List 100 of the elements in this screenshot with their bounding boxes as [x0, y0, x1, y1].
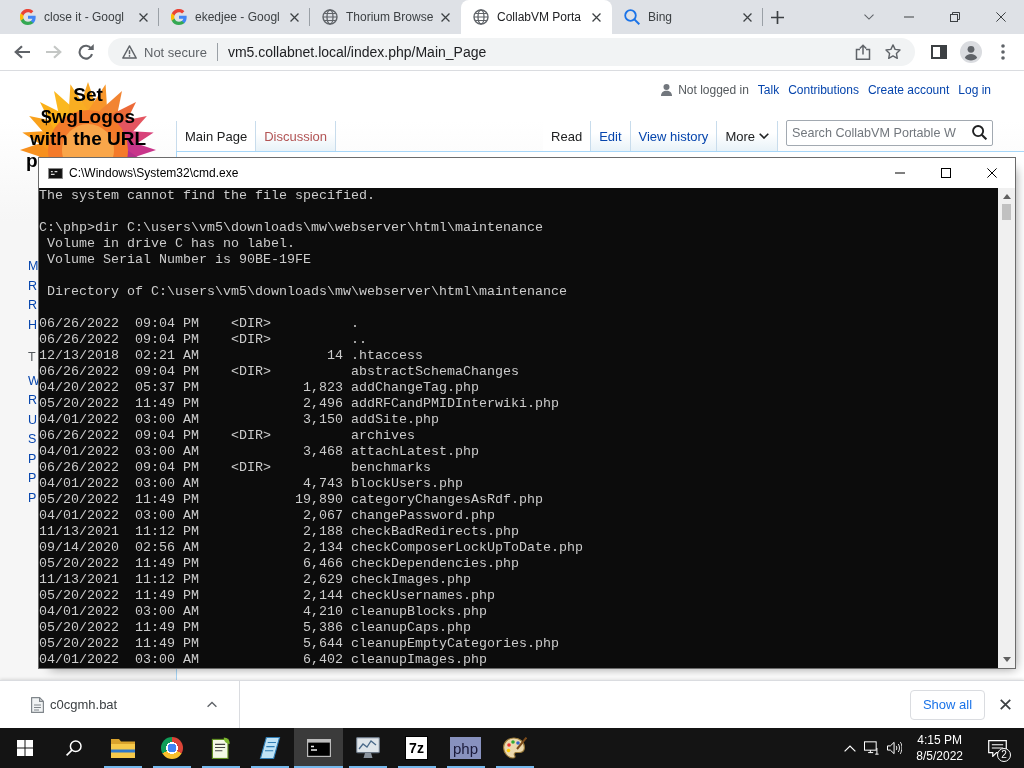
close-icon[interactable] — [139, 12, 148, 22]
reload-icon[interactable] — [78, 44, 94, 60]
view-tab[interactable]: View history — [630, 121, 718, 152]
more-menu[interactable]: More — [717, 121, 778, 152]
notebook-icon — [257, 737, 282, 759]
console-line: 04/20/2022 05:37 PM 1,823 addChangeTag.php — [39, 380, 479, 396]
close-icon[interactable] — [290, 12, 299, 22]
notification-badge: 2 — [997, 748, 1011, 762]
search-icon — [624, 9, 640, 25]
console-line: 11/13/2021 11:12 PM 2,629 checkImages.php — [39, 572, 471, 588]
up-arrow-icon[interactable] — [1002, 194, 1011, 199]
close-icon[interactable] — [1000, 699, 1011, 710]
close-icon[interactable] — [592, 12, 601, 22]
console-line: 04/01/2022 03:00 AM 4,743 blockUsers.php — [39, 476, 463, 492]
personal-link[interactable]: Contributions — [788, 83, 859, 97]
side-panel-icon[interactable] — [931, 44, 947, 60]
sidebar-link[interactable]: R — [28, 391, 38, 411]
sidebar-link[interactable]: M — [28, 257, 39, 277]
console-line: 05/20/2022 11:49 PM 5,644 cleanupEmptyCategories.php — [39, 636, 559, 652]
chevron-down-icon[interactable] — [864, 12, 874, 22]
profile-icon[interactable] — [960, 41, 982, 63]
restore-icon[interactable] — [950, 12, 960, 22]
colored-circle-icon — [160, 737, 183, 759]
volume-icon[interactable] — [887, 741, 903, 755]
chevron-down-icon — [759, 133, 769, 139]
globe-icon — [473, 9, 489, 25]
browser-tab[interactable]: Thorium Browse — [310, 0, 461, 34]
down-arrow-icon[interactable] — [1002, 657, 1011, 662]
sidebar-link[interactable]: S — [28, 430, 37, 450]
g-logo-icon — [171, 9, 187, 25]
scrollbar[interactable] — [998, 188, 1015, 668]
sidebar-link[interactable]: R — [28, 276, 38, 296]
console-line: 05/20/2022 11:49 PM 2,496 addRFCandPMIDInterwiki.php — [39, 396, 559, 412]
sidebar-link[interactable]: P — [28, 488, 37, 508]
console-line: 04/01/2022 03:00 AM 4,210 cleanupBlocks.php — [39, 604, 487, 620]
console-line: 05/20/2022 11:49 PM 19,890 categoryChangesAsRdf.php — [39, 492, 543, 508]
console-line: Volume in drive C has no label. — [46, 236, 295, 252]
share-icon[interactable] — [855, 44, 871, 60]
search-icon — [65, 740, 82, 756]
sidebar-link[interactable]: P — [28, 469, 37, 489]
page-tab[interactable]: Discussion — [256, 121, 336, 152]
personal-link[interactable]: Talk — [757, 83, 780, 97]
user-icon — [661, 84, 673, 96]
logo-text: with the URL — [29, 128, 147, 150]
folder-icon — [110, 737, 135, 759]
window-title: C:\Windows\System32\cmd.exe — [69, 166, 239, 180]
personal-link[interactable]: Log in — [958, 83, 991, 97]
clock-time: 4:15 PM — [917, 732, 962, 748]
console-line: 04/01/2022 03:00 AM 6,402 cleanupImages.php — [39, 652, 487, 668]
security-chip[interactable]: Not secure — [122, 38, 207, 66]
url-text[interactable]: vm5.collabnet.local/index.php/Main_Page — [227, 44, 841, 60]
globe-icon — [322, 9, 338, 25]
personal-link[interactable]: Create account — [867, 83, 950, 97]
warning-icon — [122, 45, 137, 59]
console-icon — [48, 167, 63, 179]
search-field[interactable]: Search CollabVM Portable W — [786, 120, 993, 146]
network-icon[interactable] — [864, 741, 880, 755]
console-line: 06/26/2022 09:04 PM <DIR> . — [39, 316, 359, 332]
console-line: 12/13/2018 02:21 AM 14 .htaccess — [39, 348, 423, 364]
monitor-icon — [355, 737, 380, 759]
scrollbar-thumb[interactable] — [1002, 204, 1011, 220]
menu-icon[interactable] — [1001, 44, 1005, 60]
sidebar-link[interactable]: U — [28, 410, 38, 430]
clock-date: 8/5/2022 — [916, 748, 963, 764]
taskbar-button[interactable] — [294, 728, 343, 768]
console-line: 05/20/2022 11:49 PM 2,144 checkUsernames.php — [39, 588, 495, 604]
star-icon[interactable] — [885, 44, 901, 60]
close-icon[interactable] — [996, 12, 1006, 22]
file-name[interactable]: c0cgmh.bat — [50, 697, 118, 712]
logo-text: p — [26, 150, 38, 172]
console-line: 11/13/2021 11:12 PM 2,188 checkBadRedirects.php — [39, 524, 519, 540]
console-line: The system cannot find the file specified. — [39, 188, 375, 204]
plus-icon[interactable] — [771, 10, 784, 24]
back-arrow-icon[interactable] — [14, 44, 30, 60]
console-line: Directory of C:\users\vm5\downloads\mw\webserver\html\maintenance — [46, 284, 567, 300]
close-icon[interactable] — [441, 12, 451, 22]
show-all-button[interactable]: Show all — [910, 689, 985, 720]
maximize-icon[interactable] — [941, 168, 951, 178]
console-line: 09/14/2020 02:56 AM 2,134 checkComposerLockUpToDate.php — [39, 540, 583, 556]
console-line: 06/26/2022 09:04 PM <DIR> .. — [39, 332, 367, 348]
sidebar-link[interactable]: P — [28, 449, 37, 469]
view-tab[interactable]: Edit — [591, 121, 631, 152]
console-line: 05/20/2022 11:49 PM 6,466 checkDependencies.php — [39, 556, 519, 572]
palette-icon — [502, 737, 527, 759]
sidebar-link[interactable]: R — [28, 296, 38, 316]
console-line: 06/26/2022 09:04 PM <DIR> archives — [39, 428, 415, 444]
sidebar-link[interactable]: H — [28, 315, 38, 335]
search-icon[interactable] — [972, 125, 987, 140]
close-icon[interactable] — [743, 12, 752, 22]
close-icon[interactable] — [987, 168, 997, 178]
logo-text: $wgLogos — [41, 106, 135, 128]
browser-tab[interactable]: CollabVM Porta — [461, 0, 612, 34]
console-line: C:\php>dir C:\users\vm5\downloads\mw\webserver\html\maintenance — [39, 220, 543, 236]
notification-icon[interactable] — [987, 739, 1007, 757]
console-line: 04/01/2022 03:00 AM 2,067 changePassword.php — [39, 508, 495, 524]
g-logo-icon — [20, 9, 36, 25]
page-tab[interactable]: Main Page — [176, 121, 257, 152]
console-line: 06/26/2022 09:04 PM <DIR> benchmarks — [39, 460, 431, 476]
console-icon — [306, 737, 331, 759]
console-line: 05/20/2022 11:49 PM 5,386 cleanupCaps.php — [39, 620, 471, 636]
